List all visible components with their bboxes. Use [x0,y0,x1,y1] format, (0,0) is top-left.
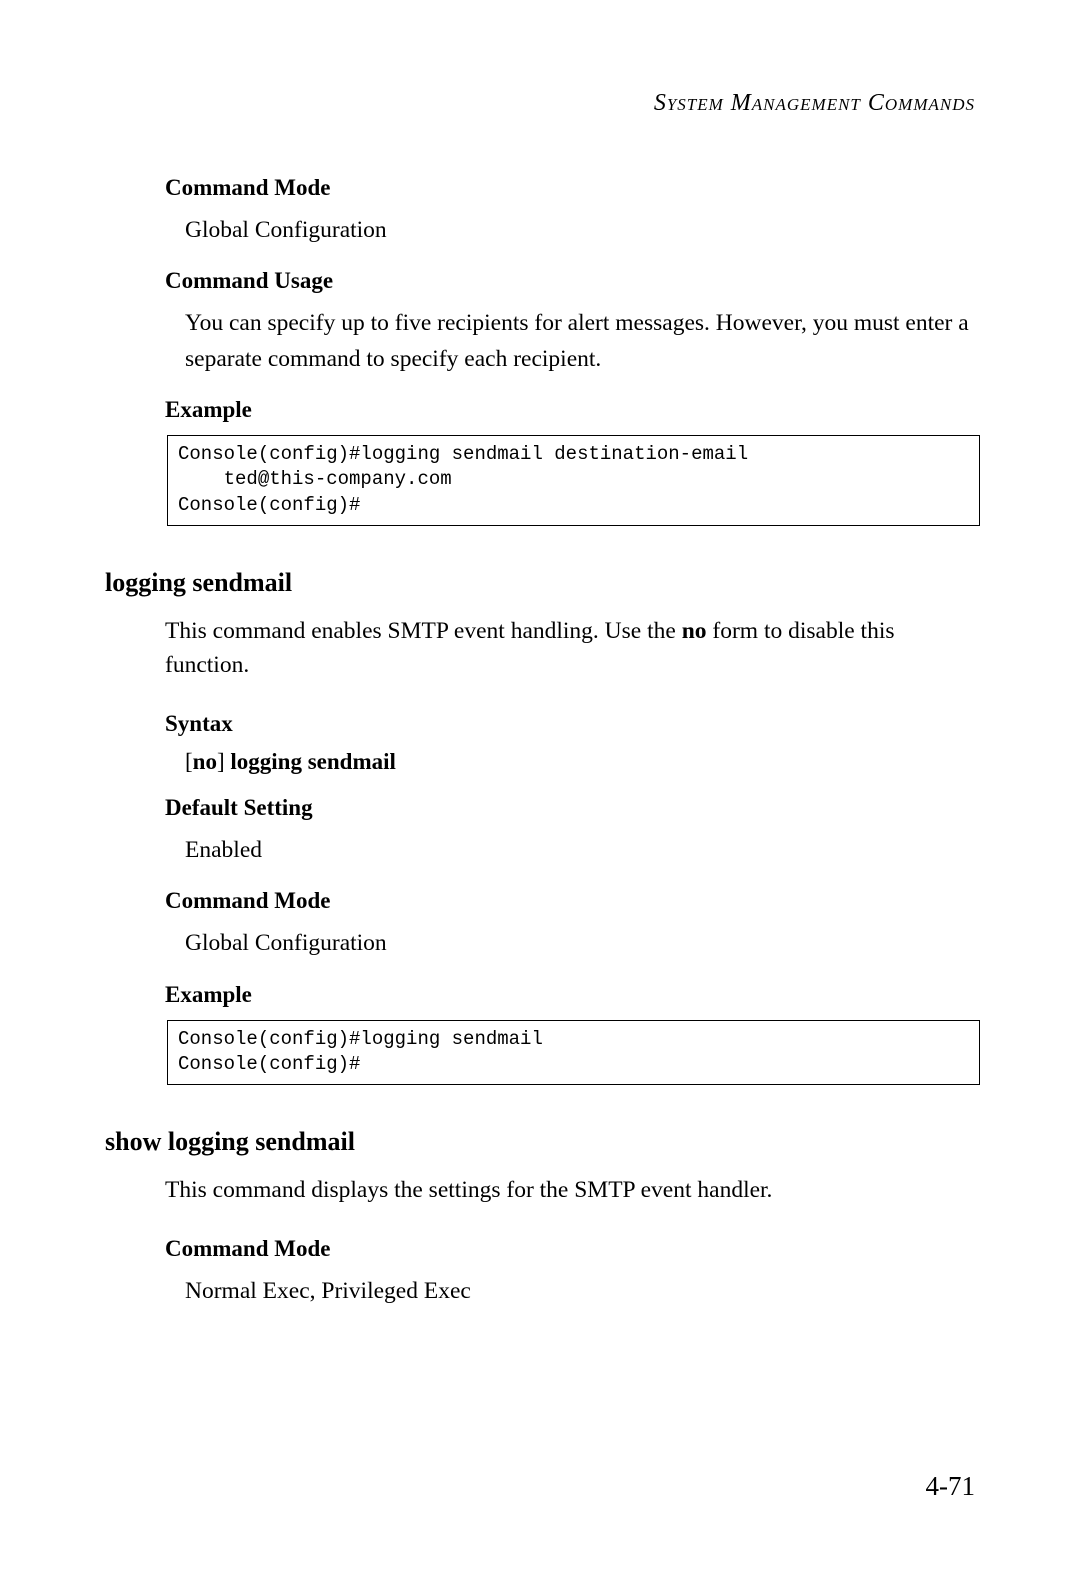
command-usage-text: You can specify up to five recipients fo… [185,306,980,377]
example-code-block-2: Console(config)#logging sendmail Console… [167,1020,980,1085]
command-mode-label: Command Mode [165,175,980,201]
example-label: Example [165,397,980,423]
section-title-show-logging-sendmail: show logging sendmail [105,1127,980,1157]
syntax-text: [no] logging sendmail [185,749,980,775]
page-number: 4-71 [926,1471,976,1502]
default-setting-text: Enabled [185,833,980,868]
intro-bold-no: no [682,618,707,644]
page-header: System Management Commands [105,90,975,117]
default-setting-label: Default Setting [165,795,980,821]
intro-part1: This command enables SMTP event handling… [165,618,682,644]
section3-intro-text: This command displays the settings for t… [165,1173,980,1208]
syntax-bracket-close: ] [217,749,230,774]
section-title-logging-sendmail: logging sendmail [105,568,980,598]
syntax-no: no [193,749,217,774]
example-label-2: Example [165,982,980,1008]
command-usage-label: Command Usage [165,268,980,294]
section-intro-text: This command enables SMTP event handling… [165,614,980,684]
example-code-block: Console(config)#logging sendmail destina… [167,435,980,526]
command-mode-text: Global Configuration [185,213,980,248]
command-mode-label-3: Command Mode [165,1236,980,1262]
syntax-label: Syntax [165,711,980,737]
syntax-bracket-open: [ [185,749,193,774]
syntax-cmd: logging sendmail [230,749,396,774]
command-mode-text-2: Global Configuration [185,926,980,961]
command-mode-label-2: Command Mode [165,888,980,914]
command-mode-text-3: Normal Exec, Privileged Exec [185,1274,980,1309]
